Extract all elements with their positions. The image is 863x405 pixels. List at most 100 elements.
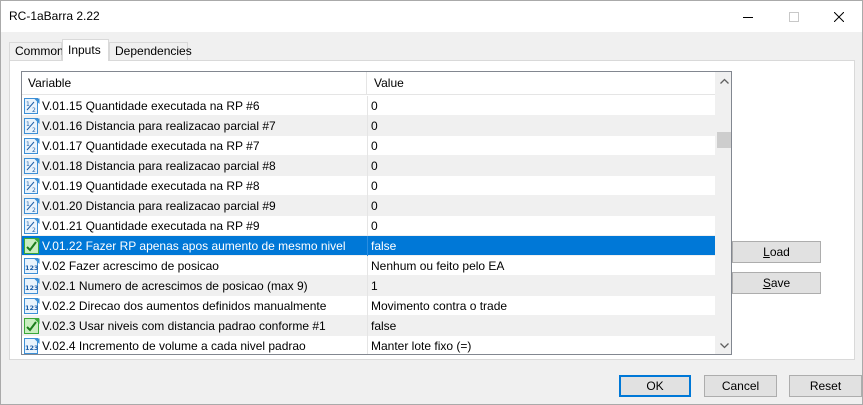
- grid-row[interactable]: 1 2 V.01.20 Distancia para realizacao parc…: [22, 196, 715, 216]
- row-variable: V.01.21 Quantidade executada na RP #9: [42, 219, 260, 233]
- row-variable: V.01.15 Quantidade executada na RP #6: [42, 99, 260, 113]
- svg-text:2: 2: [32, 147, 36, 154]
- chevron-up-icon: [720, 78, 729, 84]
- maximize-icon: [789, 11, 799, 22]
- row-variable: V.02.1 Numero de acrescimos de posicao (…: [42, 279, 308, 293]
- integer-icon: 123: [24, 298, 40, 314]
- column-divider: [367, 316, 368, 336]
- minimize-icon: [743, 16, 753, 18]
- svg-text:2: 2: [32, 187, 36, 194]
- grid-row[interactable]: 1 2 V.01.21 Quantidade executada na RP #9 0: [22, 216, 715, 236]
- title-bar: RC-1aBarra 2.22: [1, 1, 862, 32]
- fraction-icon: 12: [24, 178, 40, 194]
- row-variable: V.01.18 Distancia para realizacao parcia…: [42, 159, 276, 173]
- row-variable: V.02.4 Incremento de volume a cada nivel…: [42, 339, 306, 353]
- row-value[interactable]: Movimento contra o trade: [371, 296, 711, 316]
- tab-common[interactable]: Common: [9, 42, 64, 61]
- load-button-label: oad: [769, 245, 790, 259]
- maximize-button: [771, 1, 817, 32]
- column-divider: [367, 156, 368, 176]
- column-divider: [367, 296, 368, 316]
- svg-text:123: 123: [25, 304, 39, 312]
- svg-text:2: 2: [32, 167, 36, 174]
- row-variable: V.01.16 Distancia para realizacao parcia…: [42, 119, 276, 133]
- load-button[interactable]: Load: [732, 241, 821, 263]
- ok-button[interactable]: OK: [619, 375, 691, 397]
- integer-icon: 123: [24, 258, 40, 274]
- grid-row[interactable]: 1 2 V.01.18 Distancia para realizacao parc…: [22, 156, 715, 176]
- grid-row[interactable]: 1 2 V.01.19 Quantidade executada na RP #8 0: [22, 176, 715, 196]
- row-value[interactable]: 0: [371, 156, 711, 176]
- svg-text:123: 123: [25, 344, 39, 352]
- row-value[interactable]: Nenhum ou feito pelo EA: [371, 256, 711, 276]
- row-value[interactable]: 1: [371, 276, 711, 296]
- fraction-icon: 12: [24, 198, 40, 214]
- grid-row[interactable]: 123 V.02.1 Numero de acrescimos de posica…: [22, 276, 715, 296]
- cancel-button[interactable]: Cancel: [704, 375, 777, 397]
- scroll-up-button[interactable]: [716, 72, 731, 89]
- row-value[interactable]: 0: [371, 116, 711, 136]
- row-variable: V.02.3 Usar niveis com distancia padrao …: [42, 319, 326, 333]
- grid-row[interactable]: 1 2 V.01.15 Quantidade executada na RP #6 0: [22, 96, 715, 116]
- boolean-icon: [24, 238, 40, 254]
- row-value[interactable]: false: [371, 236, 711, 256]
- row-value[interactable]: false: [371, 316, 711, 336]
- column-divider: [367, 116, 368, 136]
- column-header-value[interactable]: Value: [368, 72, 715, 95]
- fraction-icon: 12: [24, 138, 40, 154]
- save-button-mnemonic: S: [762, 276, 771, 290]
- grid-row[interactable]: 1 2 V.01.16 Distancia para realizacao parc…: [22, 116, 715, 136]
- row-variable: V.01.22 Fazer RP apenas apos aumento de …: [42, 239, 346, 253]
- row-value[interactable]: Manter lote fixo (=): [371, 336, 711, 354]
- row-value[interactable]: 0: [371, 136, 711, 156]
- column-divider: [367, 96, 368, 116]
- row-value[interactable]: 0: [371, 196, 711, 216]
- column-divider: [367, 276, 368, 296]
- row-value[interactable]: 0: [371, 176, 711, 196]
- column-header-variable[interactable]: Variable: [22, 72, 367, 95]
- grid-row[interactable]: 1 2 V.01.17 Quantidade executada na RP #7 0: [22, 136, 715, 156]
- tab-dependencies[interactable]: Dependencies: [109, 42, 192, 61]
- load-button-mnemonic: L: [763, 245, 770, 259]
- inputs-panel: Variable Value 1 2 V.01.15 Quantidade exec…: [9, 60, 855, 360]
- column-divider: [367, 336, 368, 354]
- row-variable: V.01.19 Quantidade executada na RP #8: [42, 179, 260, 193]
- row-value[interactable]: 0: [371, 96, 711, 116]
- column-divider: [367, 236, 368, 256]
- row-variable: V.01.20 Distancia para realizacao parcia…: [42, 199, 276, 213]
- fraction-icon: 12: [24, 158, 40, 174]
- row-variable: V.02.2 Direcao dos aumentos definidos ma…: [42, 299, 327, 313]
- scroll-thumb[interactable]: [717, 132, 731, 148]
- save-button-label: ave: [770, 276, 791, 290]
- column-divider: [367, 196, 368, 216]
- fraction-icon: 12: [24, 218, 40, 234]
- close-button[interactable]: [816, 1, 862, 32]
- boolean-icon: [24, 318, 40, 334]
- tab-inputs[interactable]: Inputs: [62, 39, 109, 61]
- grid-row[interactable]: V.01.22 Fazer RP apenas apos aumento de …: [22, 236, 715, 256]
- chevron-down-icon: [720, 342, 729, 348]
- save-button[interactable]: Save: [732, 272, 821, 294]
- row-variable: V.01.17 Quantidade executada na RP #7: [42, 139, 260, 153]
- integer-icon: 123: [24, 338, 40, 354]
- fraction-icon: 12: [24, 98, 40, 114]
- close-icon: [834, 11, 844, 22]
- svg-text:2: 2: [32, 207, 36, 214]
- vertical-scrollbar[interactable]: [715, 72, 731, 354]
- column-divider: [367, 256, 368, 276]
- grid-row[interactable]: 123 V.02 Fazer acrescimo de posicao Nenhum…: [22, 256, 715, 276]
- reset-button[interactable]: Reset: [789, 375, 862, 397]
- svg-text:123: 123: [25, 264, 39, 272]
- grid-row[interactable]: 123 V.02.4 Incremento de volume a cada ni…: [22, 336, 715, 354]
- row-variable: V.02 Fazer acrescimo de posicao: [42, 259, 219, 273]
- grid-row[interactable]: 123 V.02.2 Direcao dos aumentos definidos…: [22, 296, 715, 316]
- minimize-button[interactable]: [725, 1, 771, 32]
- inputs-grid: Variable Value 1 2 V.01.15 Quantidade exec…: [21, 71, 732, 355]
- column-divider: [367, 216, 368, 236]
- grid-row[interactable]: V.02.3 Usar niveis com distancia padrao …: [22, 316, 715, 336]
- svg-text:2: 2: [32, 227, 36, 234]
- window-title: RC-1aBarra 2.22: [9, 9, 100, 23]
- scroll-down-button[interactable]: [716, 337, 731, 354]
- row-value[interactable]: 0: [371, 216, 711, 236]
- dialog-window: RC-1aBarra 2.22 Common Inputs Dependenci…: [0, 0, 863, 405]
